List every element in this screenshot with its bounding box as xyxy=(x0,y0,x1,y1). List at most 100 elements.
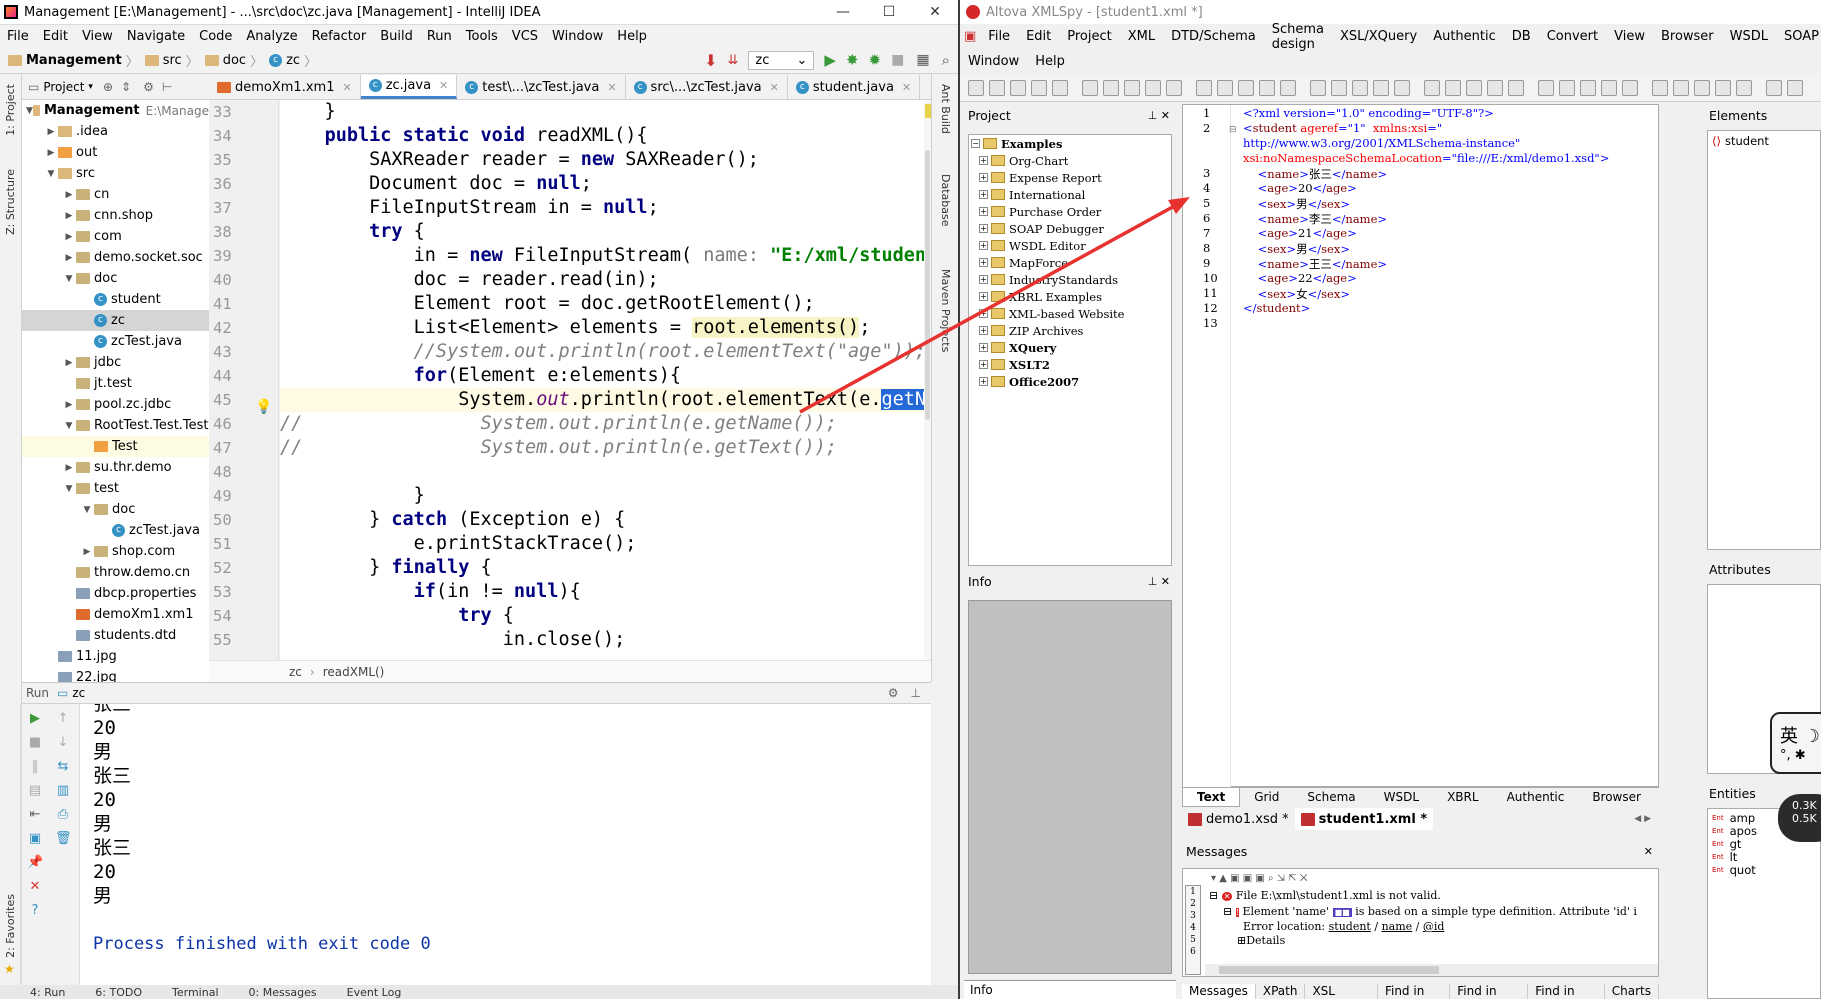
message-tab[interactable]: Find in XBRL xyxy=(1528,984,1605,999)
ant-build-tab[interactable]: Ant Build xyxy=(939,84,952,134)
status-tab[interactable]: 6: TODO xyxy=(95,986,142,999)
tree-item[interactable]: ▶ pool.zc.jdbc xyxy=(22,394,209,415)
toolbar-button-icon[interactable] xyxy=(1010,79,1026,96)
xs-menu-item[interactable]: Browser xyxy=(1653,29,1722,44)
view-tab[interactable]: Schema xyxy=(1293,788,1369,807)
expand-icon[interactable]: + xyxy=(979,292,988,301)
run-console[interactable]: 张三 20 男张三 20 男张三 20 男 Process finished with exi… xyxy=(80,704,931,990)
soft-wrap-icon[interactable]: ⇆ xyxy=(55,760,71,774)
tree-item[interactable]: ▶ com xyxy=(22,226,209,247)
close-tab-icon[interactable]: ✕ xyxy=(439,79,448,92)
toolbar-button-icon[interactable] xyxy=(1559,79,1575,96)
xs-project-item[interactable]: − Examples xyxy=(969,135,1171,152)
menu-item-edit[interactable]: Edit xyxy=(36,29,75,44)
xs-menu-item[interactable]: Project xyxy=(1059,29,1119,44)
tree-item[interactable]: dbcp.properties xyxy=(22,583,209,604)
toolbar-button-icon[interactable] xyxy=(1487,79,1503,96)
view-tab[interactable]: Text xyxy=(1182,788,1241,807)
toolbar-button-icon[interactable] xyxy=(1766,79,1782,96)
menu-item-vcs[interactable]: VCS xyxy=(505,29,545,44)
status-tab[interactable]: 0: Messages xyxy=(249,986,317,999)
toolbar-button-icon[interactable] xyxy=(1601,79,1617,96)
menu-item-code[interactable]: Code xyxy=(192,29,239,44)
toolbar-button-icon[interactable] xyxy=(1145,79,1161,96)
xs-menu-item[interactable]: View xyxy=(1606,29,1653,44)
help-icon[interactable]: ? xyxy=(27,904,43,918)
message-tab[interactable]: XSL Outline xyxy=(1305,984,1378,999)
toolbar-button-icon[interactable] xyxy=(1736,79,1752,96)
xs-xml-editor[interactable]: 1 2 3 4 5 6 7 8 9 10 11 12 13 ⊟ <?xml version="1.0" … xyxy=(1182,104,1659,787)
xs-project-item[interactable]: + XQuery xyxy=(969,339,1171,356)
tree-item[interactable]: ▼ Management E:\Manage xyxy=(22,100,209,121)
expand-icon[interactable]: + xyxy=(979,258,988,267)
pin-icon[interactable]: 📌 xyxy=(27,856,43,870)
collapse-icon[interactable]: ⇕ xyxy=(121,80,131,94)
structure-tool-tab[interactable]: Z: Structure xyxy=(4,169,17,235)
tree-item[interactable]: ▶ demo.socket.soc xyxy=(22,247,209,268)
layout-icon[interactable]: ▣ xyxy=(27,832,43,846)
tree-item[interactable]: ▶ shop.com xyxy=(22,541,209,562)
run-config-select[interactable]: zc ⌄ xyxy=(748,50,815,70)
status-tab[interactable]: Event Log xyxy=(347,986,402,999)
toolbar-button-icon[interactable] xyxy=(1529,80,1533,96)
tree-item[interactable]: ▼ RootTest.Test.Test xyxy=(22,415,209,436)
xs-project-item[interactable]: + WSDL Editor xyxy=(969,237,1171,254)
expand-icon[interactable]: + xyxy=(979,173,988,182)
expand-icon[interactable]: + xyxy=(979,360,988,369)
ime-indicator[interactable]: 英 ☽ °, ✱ xyxy=(1770,712,1821,774)
editor-tab[interactable]: c test\...\zcTest.java ✕ xyxy=(457,75,626,99)
menu-item-navigate[interactable]: Navigate xyxy=(120,29,192,44)
expand-arrow-icon[interactable]: ▼ xyxy=(62,484,76,494)
hide-icon[interactable]: ⊢ xyxy=(162,80,172,94)
xs-menu-item[interactable]: Convert xyxy=(1539,29,1606,44)
expand-arrow-icon[interactable]: ▶ xyxy=(62,253,76,263)
tree-item[interactable]: c zcTest.java xyxy=(22,520,209,541)
run-icon[interactable]: ▶ xyxy=(824,51,836,69)
stop-icon[interactable]: ■ xyxy=(27,736,43,750)
toolbar-button-icon[interactable] xyxy=(1445,79,1461,96)
status-tab[interactable]: Terminal xyxy=(172,986,219,999)
hide-panel-icon[interactable]: ⊥ xyxy=(911,686,921,700)
tree-item[interactable]: ▶ out xyxy=(22,142,209,163)
tree-item[interactable]: ▶ su.thr.demo xyxy=(22,457,209,478)
xs-project-item[interactable]: + ZIP Archives xyxy=(969,322,1171,339)
toolbar-button-icon[interactable] xyxy=(1238,79,1254,96)
toolbar-button-icon[interactable] xyxy=(1508,79,1524,96)
maven-projects-tab[interactable]: Maven Projects xyxy=(939,269,952,352)
xs-project-item[interactable]: + IndustryStandards xyxy=(969,271,1171,288)
tree-item[interactable]: ▼ doc xyxy=(22,268,209,289)
collapse-icon[interactable]: − xyxy=(971,139,980,148)
expand-icon[interactable]: + xyxy=(979,156,988,165)
view-tab[interactable]: Authentic xyxy=(1493,788,1579,807)
clear-icon[interactable]: 🗑 xyxy=(55,832,72,846)
breadcrumb-class[interactable]: zc xyxy=(289,665,302,679)
close-icon[interactable]: ✕ xyxy=(912,4,958,20)
tree-item[interactable]: ▼ src xyxy=(22,163,209,184)
xs-project-item[interactable]: + XBRL Examples xyxy=(969,288,1171,305)
xs-menu-item[interactable]: Edit xyxy=(1018,29,1059,44)
dump-threads-icon[interactable]: ▤ xyxy=(27,784,43,798)
xs-menu-item[interactable]: Schema design xyxy=(1264,22,1332,52)
toolbar-button-icon[interactable] xyxy=(1652,79,1668,96)
build-down-icon[interactable]: ⬇ xyxy=(704,51,717,70)
chevron-down-icon[interactable]: ▾ xyxy=(88,82,93,92)
error-path-link[interactable]: student xyxy=(1329,920,1371,933)
expand-icon[interactable]: + xyxy=(979,241,988,250)
menu-item-run[interactable]: Run xyxy=(420,29,459,44)
expand-arrow-icon[interactable]: ▶ xyxy=(62,400,76,410)
editor-tab[interactable]: c src\...\zcTest.java ✕ xyxy=(626,75,788,99)
xs-menu-item[interactable]: Authentic xyxy=(1425,29,1504,44)
view-tab[interactable]: XBRL xyxy=(1433,788,1492,807)
database-tab[interactable]: Database xyxy=(939,174,952,227)
minimize-icon[interactable]: — xyxy=(820,4,866,20)
toolbar-button-icon[interactable] xyxy=(968,79,984,96)
toolbar-button-icon[interactable] xyxy=(1103,79,1119,96)
close-tab-icon[interactable]: ✕ xyxy=(770,81,779,94)
xs-menu-item[interactable]: XML xyxy=(1120,29,1163,44)
menu-item-tools[interactable]: Tools xyxy=(459,29,505,44)
tree-item[interactable]: c zc xyxy=(22,310,209,331)
run-tab-label[interactable]: zc xyxy=(72,686,85,700)
xs-project-item[interactable]: + Expense Report xyxy=(969,169,1171,186)
element-item[interactable]: ⟨⟩ student xyxy=(1708,134,1820,148)
tree-item[interactable]: Test xyxy=(22,436,209,457)
